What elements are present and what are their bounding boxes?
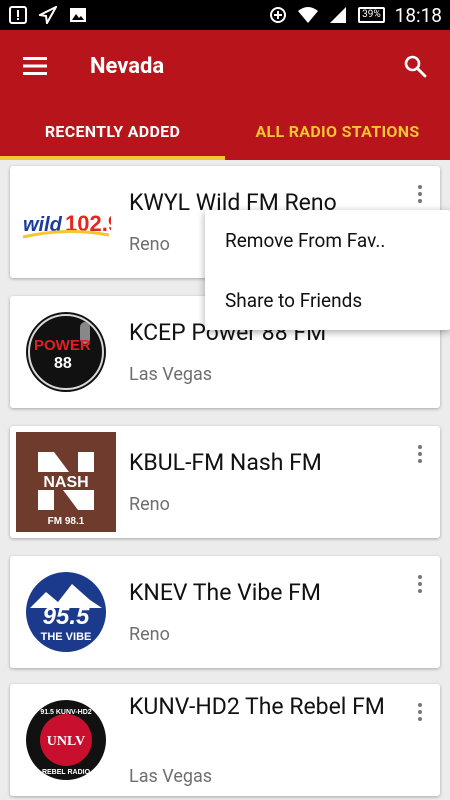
more-options-icon — [418, 185, 422, 189]
more-options-icon — [418, 703, 422, 707]
notification-alert-icon — [8, 6, 28, 24]
more-options-button[interactable] — [408, 570, 432, 598]
more-options-icon — [418, 575, 422, 579]
toolbar-row: Nevada — [0, 30, 450, 102]
more-options-icon — [418, 445, 422, 449]
status-right-icons: 39% 18:18 — [268, 4, 442, 27]
wifi-icon — [298, 6, 319, 24]
search-button[interactable] — [380, 30, 450, 102]
image-icon — [68, 6, 88, 24]
send-icon — [38, 6, 58, 24]
station-logo: NASH FM 98.1 — [16, 432, 116, 532]
station-city: Reno — [129, 494, 170, 515]
station-logo: POWER 88 — [16, 302, 116, 402]
status-time: 18:18 — [394, 3, 442, 27]
more-options-button[interactable] — [408, 180, 432, 208]
tab-recently-added[interactable]: RECENTLY ADDED — [0, 102, 225, 160]
station-card[interactable]: NASH FM 98.1 KBUL-FM Nash FM Reno — [10, 426, 440, 538]
svg-text:88: 88 — [54, 355, 72, 372]
tab-bar: RECENTLY ADDED ALL RADIO STATIONS — [0, 102, 450, 160]
tab-all-radio-stations[interactable]: ALL RADIO STATIONS — [225, 102, 450, 160]
station-name: KNEV The Vibe FM — [129, 579, 321, 606]
station-name: KUNV-HD2 The Rebel FM — [129, 693, 385, 720]
station-city: Las Vegas — [129, 766, 213, 787]
station-logo: UNLV 91.5 KUNV-HD2 REBEL RADIO — [16, 690, 116, 790]
station-city: Reno — [129, 234, 170, 255]
popup-menu: Remove From Fav.. Share to Friends — [205, 210, 450, 330]
station-city: Las Vegas — [129, 364, 213, 385]
station-card[interactable]: UNLV 91.5 KUNV-HD2 REBEL RADIO KUNV-HD2 … — [10, 684, 440, 796]
more-options-button[interactable] — [408, 698, 432, 726]
station-card[interactable]: 95.5 THE VIBE KNEV The Vibe FM Reno — [10, 556, 440, 668]
station-logo: wild 102.9 — [16, 172, 116, 272]
station-logo: 95.5 THE VIBE — [16, 562, 116, 662]
hamburger-menu-button[interactable] — [0, 30, 70, 102]
svg-text:FM 98.1: FM 98.1 — [48, 516, 85, 527]
battery-icon: 39% — [358, 7, 385, 23]
svg-text:91.5 KUNV-HD2: 91.5 KUNV-HD2 — [40, 709, 91, 716]
station-name: KBUL-FM Nash FM — [129, 449, 322, 476]
hamburger-menu-icon — [23, 57, 47, 75]
page-title: Nevada — [90, 53, 165, 79]
station-city: Reno — [129, 624, 170, 645]
remove-from-favorites-menu-item[interactable]: Remove From Fav.. — [205, 210, 450, 270]
search-icon — [404, 55, 427, 78]
svg-text:POWER: POWER — [34, 337, 91, 354]
app-toolbar: Nevada RECENTLY ADDED ALL RADIO STATIONS — [0, 30, 450, 160]
more-options-button[interactable] — [408, 440, 432, 468]
share-to-friends-menu-item[interactable]: Share to Friends — [205, 270, 450, 330]
svg-text:REBEL RADIO: REBEL RADIO — [42, 769, 91, 776]
svg-text:UNLV: UNLV — [47, 734, 85, 749]
data-saver-icon — [268, 6, 288, 24]
svg-text:NASH: NASH — [43, 474, 88, 491]
svg-text:95.5: 95.5 — [43, 603, 90, 630]
svg-text:THE VIBE: THE VIBE — [41, 631, 92, 643]
signal-icon — [328, 6, 348, 24]
status-bar: 39% 18:18 — [0, 0, 450, 30]
status-left-icons — [8, 6, 88, 24]
